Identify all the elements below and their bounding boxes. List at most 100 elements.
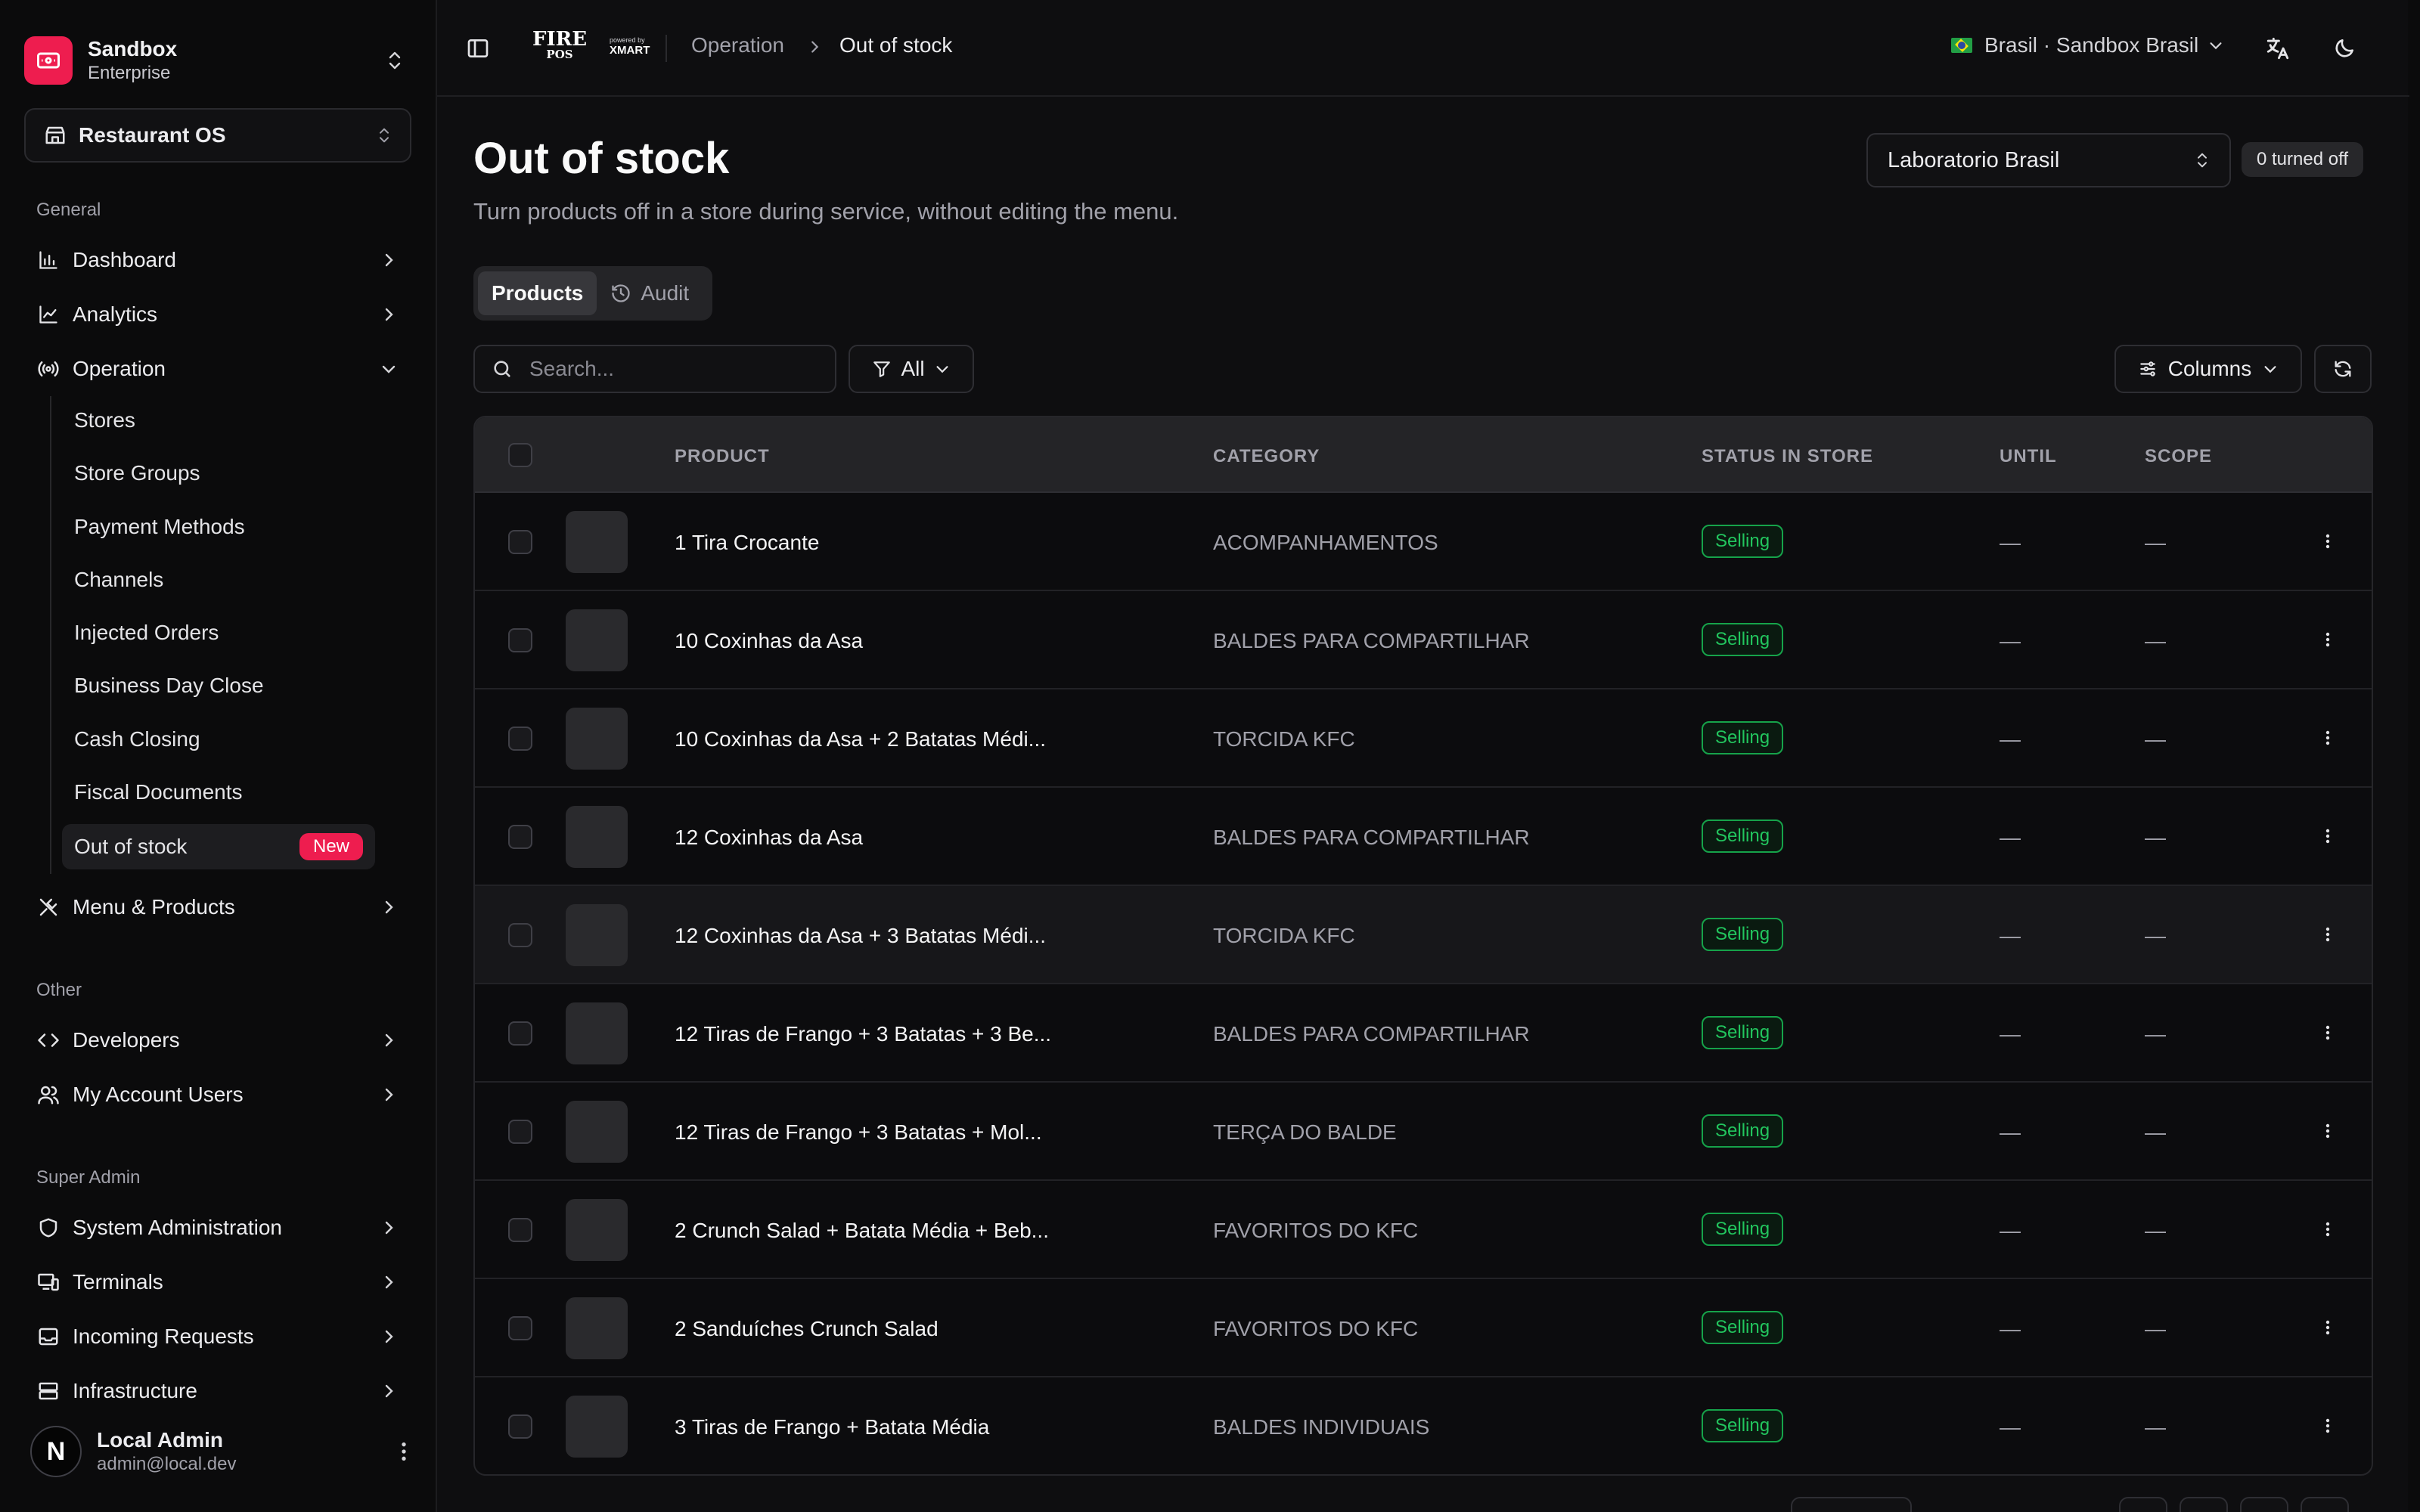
- sidebar-item-system-administration[interactable]: System Administration: [24, 1205, 411, 1250]
- filter-button[interactable]: All: [849, 345, 974, 393]
- row-actions-icon[interactable]: [2316, 526, 2340, 556]
- table-row[interactable]: 10 Coxinhas da Asa BALDES PARA COMPARTILH…: [475, 591, 2372, 689]
- sidebar-subitem-injected-orders[interactable]: Injected Orders: [62, 610, 375, 655]
- status-badge: Selling: [1702, 918, 1784, 951]
- column-header-product[interactable]: PRODUCT: [675, 446, 770, 467]
- brand-partner-text: XMART: [610, 44, 650, 57]
- sidebar-subitem-out-of-stock[interactable]: Out of stock New: [62, 824, 375, 869]
- row-actions-icon[interactable]: [2316, 1116, 2340, 1146]
- table-row[interactable]: 12 Coxinhas da Asa BALDES PARA COMPARTILH…: [475, 788, 2372, 886]
- sidebar-subitem-fiscal-documents[interactable]: Fiscal Documents: [62, 770, 375, 815]
- row-checkbox[interactable]: [508, 1021, 532, 1046]
- product-name[interactable]: 12 Coxinhas da Asa + 3 Batatas Médi...: [675, 924, 1046, 948]
- table-row[interactable]: 3 Tiras de Frango + Batata Média BALDES I…: [475, 1377, 2372, 1474]
- row-checkbox[interactable]: [508, 825, 532, 849]
- column-header-until[interactable]: UNTIL: [2000, 446, 2057, 467]
- row-checkbox[interactable]: [508, 1120, 532, 1144]
- row-actions-icon[interactable]: [2316, 919, 2340, 950]
- pagination-first-button[interactable]: [2119, 1497, 2167, 1512]
- sidebar-item-menu-products[interactable]: Menu & Products: [24, 885, 411, 930]
- sidebar-subitem-payment-methods[interactable]: Payment Methods: [62, 504, 375, 550]
- sidebar-subitem-cash-closing[interactable]: Cash Closing: [62, 717, 375, 762]
- product-thumbnail: [566, 511, 628, 573]
- row-checkbox[interactable]: [508, 1316, 532, 1340]
- row-actions-icon[interactable]: [2316, 624, 2340, 655]
- sidebar-item-operation[interactable]: Operation: [24, 346, 411, 392]
- table-row[interactable]: 12 Tiras de Frango + 3 Batatas + Mol... T…: [475, 1083, 2372, 1181]
- product-category: TORCIDA KFC: [1213, 727, 1355, 751]
- region-selector[interactable]: Brasil · Sandbox Brasil: [1951, 33, 2224, 57]
- column-header-category[interactable]: CATEGORY: [1213, 446, 1320, 467]
- row-actions-icon[interactable]: [2316, 723, 2340, 753]
- row-actions-icon[interactable]: [2316, 1411, 2340, 1441]
- row-checkbox[interactable]: [508, 923, 532, 947]
- tab-audit[interactable]: Audit: [597, 271, 703, 315]
- scope-value: —: [2145, 727, 2166, 751]
- product-name[interactable]: 12 Tiras de Frango + 3 Batatas + Mol...: [675, 1120, 1042, 1145]
- until-value: —: [2000, 531, 2021, 554]
- sidebar-subitem-business-day-close[interactable]: Business Day Close: [62, 663, 375, 708]
- sidebar-item-infrastructure[interactable]: Infrastructure: [24, 1368, 411, 1414]
- table-row[interactable]: 10 Coxinhas da Asa + 2 Batatas Médi... TO…: [475, 689, 2372, 788]
- product-name[interactable]: 10 Coxinhas da Asa + 2 Batatas Médi...: [675, 727, 1046, 751]
- row-checkbox[interactable]: [508, 1218, 532, 1242]
- table-row[interactable]: 1 Tira Crocante ACOMPANHAMENTOS Selling — —: [475, 493, 2372, 591]
- pagination-last-button[interactable]: [2301, 1497, 2349, 1512]
- sidebar-subitem-store-groups[interactable]: Store Groups: [62, 451, 375, 496]
- table-row[interactable]: 12 Coxinhas da Asa + 3 Batatas Médi... TO…: [475, 886, 2372, 984]
- store-select[interactable]: Laboratorio Brasil: [1866, 133, 2231, 187]
- sidebar-item-terminals[interactable]: Terminals: [24, 1259, 411, 1305]
- sidebar-item-analytics[interactable]: Analytics: [24, 292, 411, 337]
- row-checkbox[interactable]: [508, 1414, 532, 1439]
- sidebar-toggle-icon[interactable]: [460, 30, 496, 67]
- chevron-right-icon: [378, 1217, 399, 1238]
- columns-button[interactable]: Columns: [2114, 345, 2302, 393]
- app-switcher[interactable]: Restaurant OS: [24, 108, 411, 163]
- table-row[interactable]: 12 Tiras de Frango + 3 Batatas + 3 Be...…: [475, 984, 2372, 1083]
- status-badge: Selling: [1702, 1213, 1784, 1246]
- row-checkbox[interactable]: [508, 727, 532, 751]
- product-name[interactable]: 2 Sanduíches Crunch Salad: [675, 1317, 939, 1341]
- subitem-label: Payment Methods: [74, 515, 245, 538]
- table-row[interactable]: 2 Sanduíches Crunch Salad FAVORITOS DO KF…: [475, 1279, 2372, 1377]
- row-actions-icon[interactable]: [2316, 821, 2340, 851]
- select-all-checkbox[interactable]: [508, 443, 532, 467]
- row-checkbox[interactable]: [508, 530, 532, 554]
- until-value: —: [2000, 1120, 2021, 1144]
- column-header-scope[interactable]: SCOPE: [2145, 446, 2212, 467]
- row-checkbox[interactable]: [508, 628, 532, 652]
- inbox-icon: [36, 1325, 60, 1349]
- sidebar-item-incoming-requests[interactable]: Incoming Requests: [24, 1314, 411, 1359]
- tab-label: Products: [492, 281, 584, 305]
- product-name[interactable]: 12 Coxinhas da Asa: [675, 826, 863, 850]
- product-name[interactable]: 12 Tiras de Frango + 3 Batatas + 3 Be...: [675, 1022, 1051, 1046]
- tabs: Products Audit: [473, 266, 712, 321]
- product-name[interactable]: 10 Coxinhas da Asa: [675, 629, 863, 653]
- product-name[interactable]: 1 Tira Crocante: [675, 531, 819, 555]
- row-actions-icon[interactable]: [2316, 1312, 2340, 1343]
- history-icon: [612, 284, 630, 302]
- refresh-button[interactable]: [2314, 345, 2372, 393]
- sidebar-item-dashboard[interactable]: Dashboard: [24, 237, 411, 283]
- row-actions-icon[interactable]: [2316, 1214, 2340, 1244]
- sidebar-item-account-users[interactable]: My Account Users: [24, 1072, 411, 1117]
- translate-icon[interactable]: [2260, 30, 2296, 67]
- breadcrumb-operation[interactable]: Operation: [691, 33, 784, 57]
- product-name[interactable]: 2 Crunch Salad + Batata Média + Beb...: [675, 1219, 1049, 1243]
- user-menu[interactable]: N Local Admin admin@local.dev: [30, 1424, 411, 1479]
- pagination-next-button[interactable]: [2240, 1497, 2288, 1512]
- column-header-status[interactable]: STATUS IN STORE: [1702, 446, 1873, 467]
- sidebar-subitem-stores[interactable]: Stores: [62, 398, 375, 443]
- table-header: PRODUCT CATEGORY STATUS IN STORE UNTIL S…: [475, 417, 2372, 493]
- table-row[interactable]: 2 Crunch Salad + Batata Média + Beb... FA…: [475, 1181, 2372, 1279]
- sidebar-subitem-channels[interactable]: Channels: [62, 557, 375, 603]
- row-actions-icon[interactable]: [2316, 1018, 2340, 1048]
- sidebar-item-developers[interactable]: Developers: [24, 1018, 411, 1063]
- moon-icon[interactable]: [2326, 30, 2363, 67]
- search-input[interactable]: [529, 357, 817, 381]
- product-name[interactable]: 3 Tiras de Frango + Batata Média: [675, 1415, 989, 1439]
- pagination-size-select[interactable]: [1791, 1497, 1912, 1512]
- tab-products[interactable]: Products: [478, 271, 597, 315]
- pagination-prev-button[interactable]: [2180, 1497, 2228, 1512]
- org-switcher[interactable]: Sandbox Enterprise: [24, 29, 405, 92]
